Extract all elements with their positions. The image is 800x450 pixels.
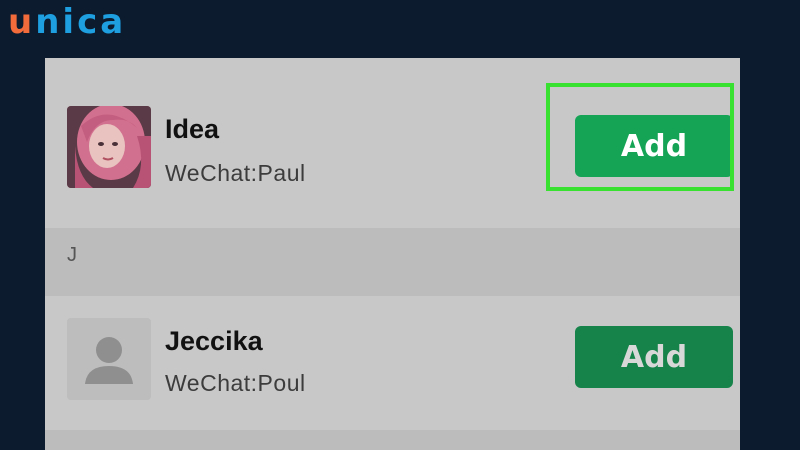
add-contact-button[interactable]: Add bbox=[575, 326, 733, 388]
contact-avatar bbox=[67, 106, 151, 188]
list-item[interactable]: Jeccika WeChat:Poul Add bbox=[45, 296, 740, 430]
list-item[interactable]: Idea WeChat:Paul Add bbox=[45, 58, 740, 228]
person-silhouette-icon bbox=[67, 318, 151, 400]
unica-logo: unica bbox=[8, 2, 126, 42]
next-section-header bbox=[45, 430, 740, 450]
contact-avatar bbox=[67, 318, 151, 400]
pink-hair-girl-avatar-icon bbox=[67, 106, 151, 188]
add-contact-button[interactable]: Add bbox=[575, 115, 733, 177]
contact-name: Idea bbox=[165, 114, 220, 144]
section-header bbox=[45, 228, 740, 296]
contact-list-panel: Idea WeChat:Paul Add J Jeccika WeChat:Po… bbox=[45, 58, 740, 450]
logo-text: nica bbox=[35, 2, 127, 42]
contact-name: Jeccika bbox=[165, 326, 263, 356]
contact-wechat-id: WeChat:Paul bbox=[165, 160, 306, 186]
section-header-letter: J bbox=[67, 244, 77, 266]
logo-letter-u: u bbox=[8, 2, 36, 42]
contact-wechat-id: WeChat:Poul bbox=[165, 370, 306, 396]
